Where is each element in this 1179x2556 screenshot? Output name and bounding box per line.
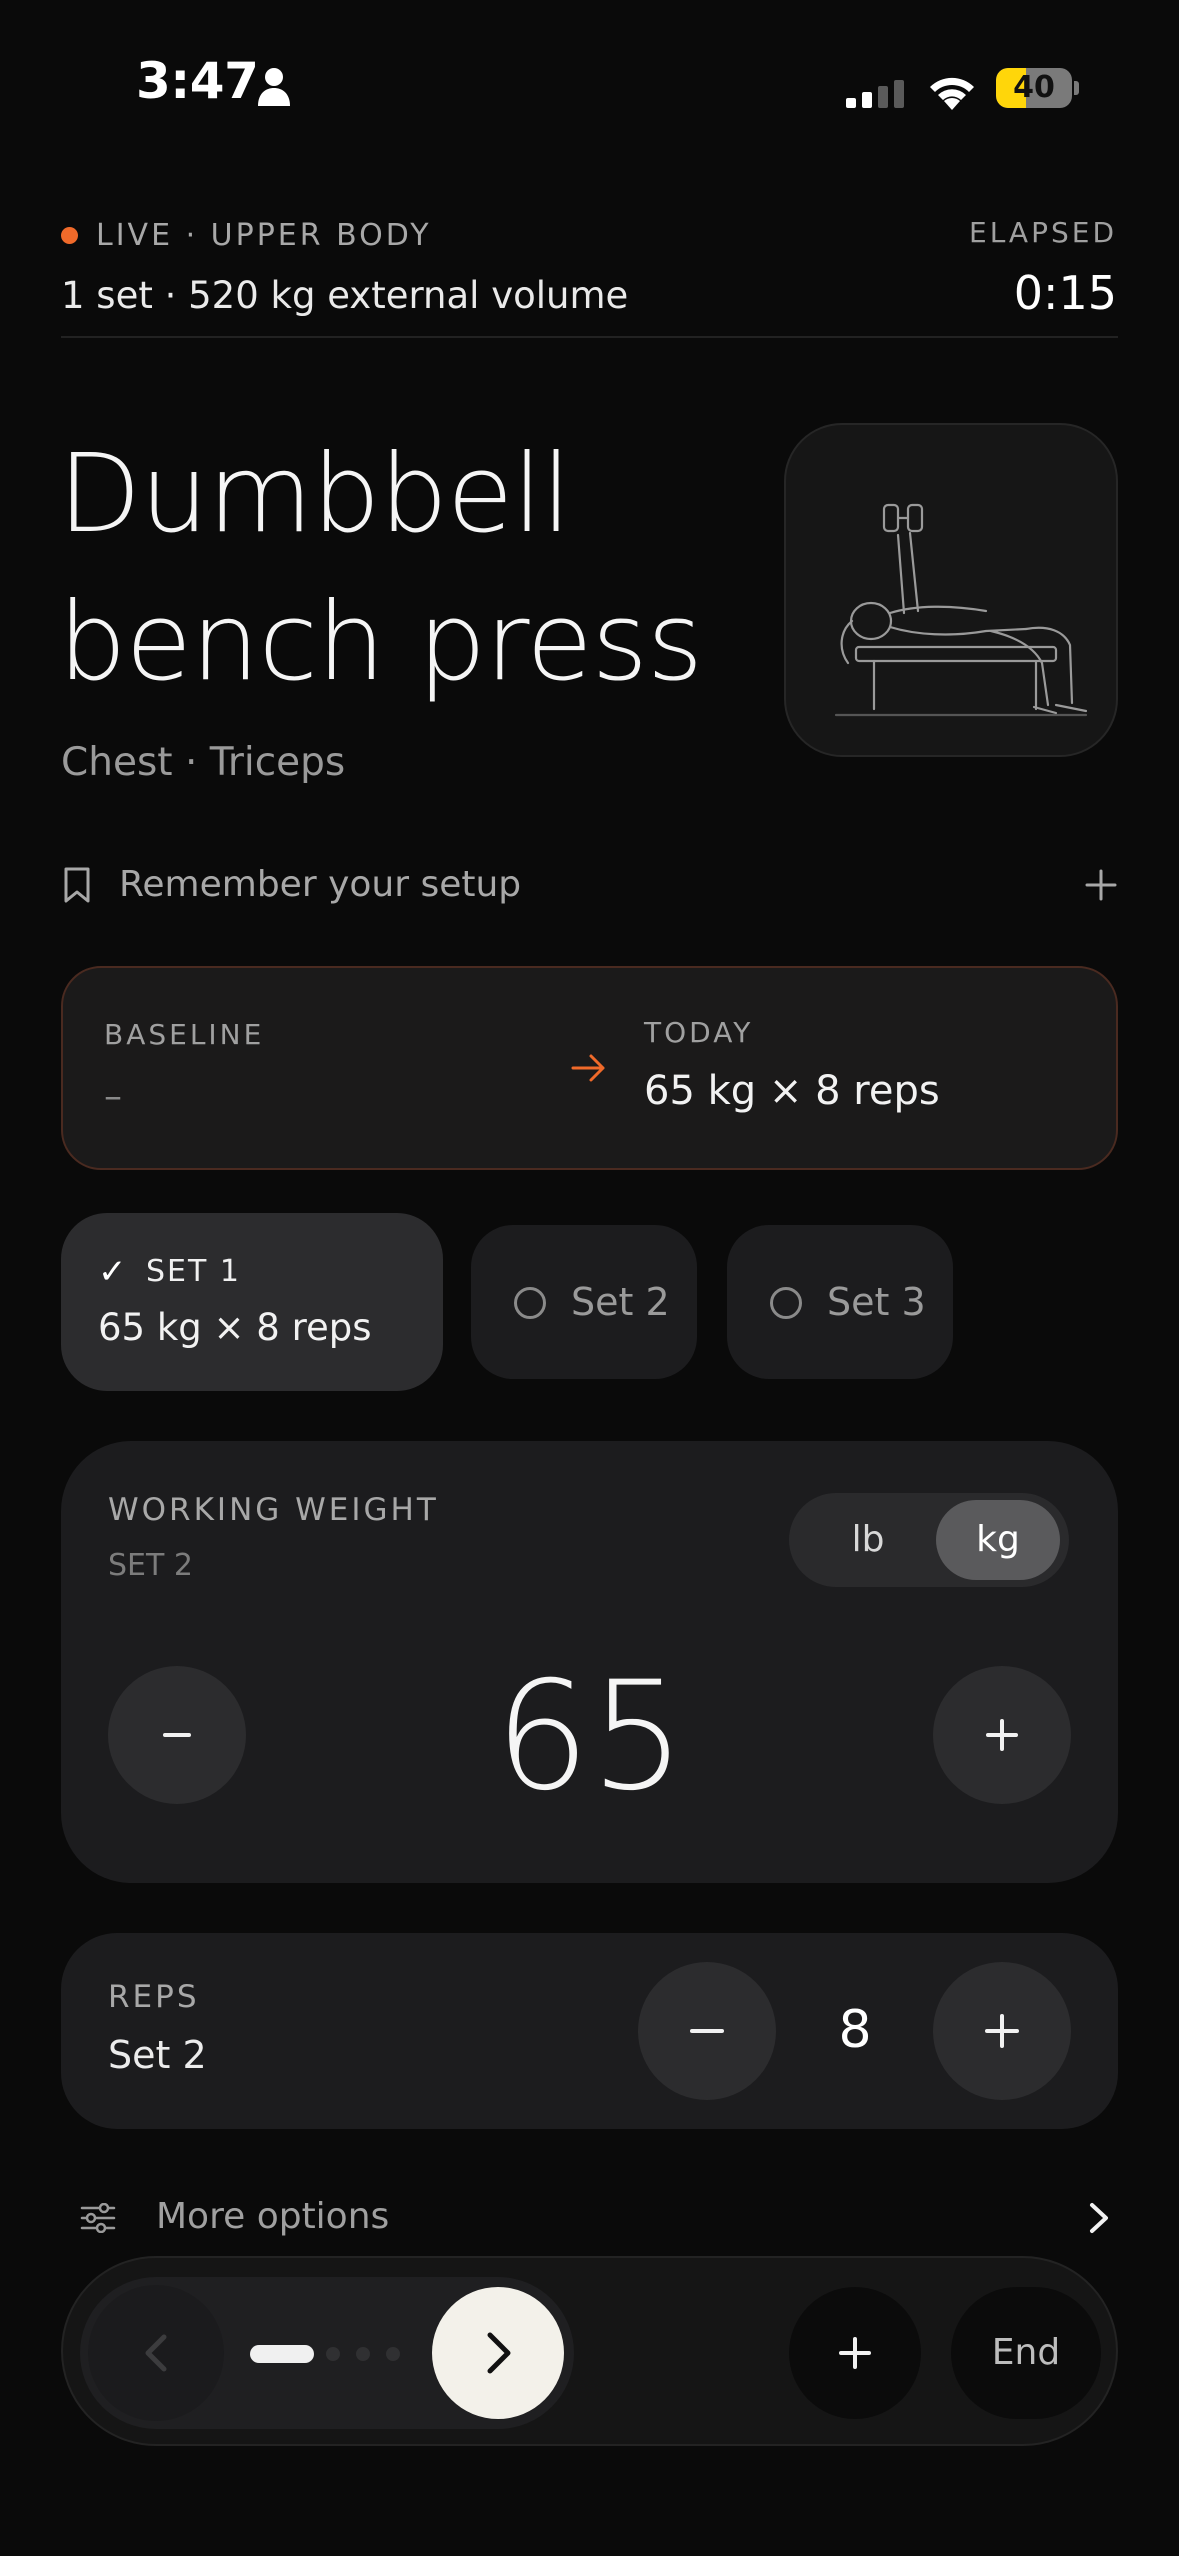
add-setup-icon[interactable] [1084, 868, 1118, 902]
wifi-icon [930, 77, 974, 110]
add-set-button[interactable] [789, 2287, 921, 2419]
increase-weight-button[interactable] [933, 1666, 1071, 1804]
set-chip-1[interactable] [61, 1213, 443, 1391]
working-weight-set-label: SET 2 [108, 1548, 193, 1583]
exercise-illustration[interactable] [784, 423, 1118, 757]
exercise-title-line1: Dumbbell [58, 432, 571, 557]
bench-press-illustration-icon [834, 503, 1088, 717]
decrease-weight-button[interactable] [108, 1666, 246, 1804]
minus-icon [163, 1733, 191, 1737]
muscle-groups: Chest · Triceps [61, 740, 346, 785]
plus-icon [986, 1719, 1018, 1751]
decrease-reps-button[interactable] [638, 1962, 776, 2100]
baseline-value: – [104, 1076, 122, 1117]
set-1-label: SET 1 [146, 1254, 241, 1289]
checkmark-icon: ✓ [98, 1252, 127, 1292]
plus-icon [985, 2014, 1019, 2048]
bookmark-icon [64, 867, 90, 903]
pager-dot [386, 2347, 400, 2361]
live-indicator-dot [61, 227, 78, 244]
previous-set-button[interactable] [88, 2285, 224, 2421]
person-icon [258, 68, 290, 106]
working-weight-label: WORKING WEIGHT [108, 1492, 439, 1528]
set-3-label: Set 3 [827, 1280, 926, 1324]
live-session-label: LIVE · UPPER BODY [96, 218, 432, 253]
minus-icon [690, 2029, 724, 2033]
pager-dot [356, 2347, 370, 2361]
more-options-label[interactable]: More options [156, 2196, 389, 2237]
set-2-label: Set 2 [571, 1280, 670, 1324]
circle-icon [770, 1287, 802, 1319]
unit-option-kg[interactable]: kg [936, 1500, 1060, 1580]
today-label: TODAY [644, 1016, 754, 1049]
cellular-signal-icon [846, 80, 904, 108]
header-divider [61, 336, 1118, 338]
arrow-right-icon [571, 1054, 605, 1082]
today-value: 65 kg × 8 reps [644, 1068, 940, 1114]
pager-dot [326, 2347, 340, 2361]
working-weight-value: 65 [494, 1650, 686, 1824]
elapsed-timer: 0:15 [1013, 266, 1117, 320]
reps-value: 8 [838, 2000, 872, 2060]
set-1-value: 65 kg × 8 reps [98, 1306, 372, 1349]
workout-screen: 3:47 40 LIVE · UPPER BODY 1 set · 520 kg… [0, 0, 1179, 2556]
reps-label: REPS [108, 1979, 200, 2015]
elapsed-label: ELAPSED [969, 216, 1117, 249]
exercise-title-line2: bench press [58, 580, 703, 705]
battery-indicator: 40 [996, 68, 1079, 108]
status-time: 3:47 [136, 52, 259, 110]
plus-icon [839, 2337, 871, 2369]
remember-setup-label[interactable]: Remember your setup [119, 864, 521, 905]
increase-reps-button[interactable] [933, 1962, 1071, 2100]
unit-option-lb[interactable]: lb [808, 1500, 928, 1580]
baseline-label: BASELINE [104, 1018, 265, 1051]
end-workout-button[interactable]: End [951, 2287, 1101, 2419]
reps-set-label: Set 2 [108, 2033, 207, 2077]
next-set-button[interactable] [432, 2287, 564, 2419]
chevron-right-icon [487, 2332, 511, 2374]
chevron-left-icon [145, 2334, 167, 2372]
pager-dot-active [250, 2345, 314, 2363]
session-summary: 1 set · 520 kg external volume [61, 274, 629, 317]
sliders-icon [80, 2203, 116, 2233]
chevron-right-icon[interactable] [1086, 2201, 1112, 2235]
circle-icon [514, 1287, 546, 1319]
battery-level: 40 [1013, 70, 1055, 105]
